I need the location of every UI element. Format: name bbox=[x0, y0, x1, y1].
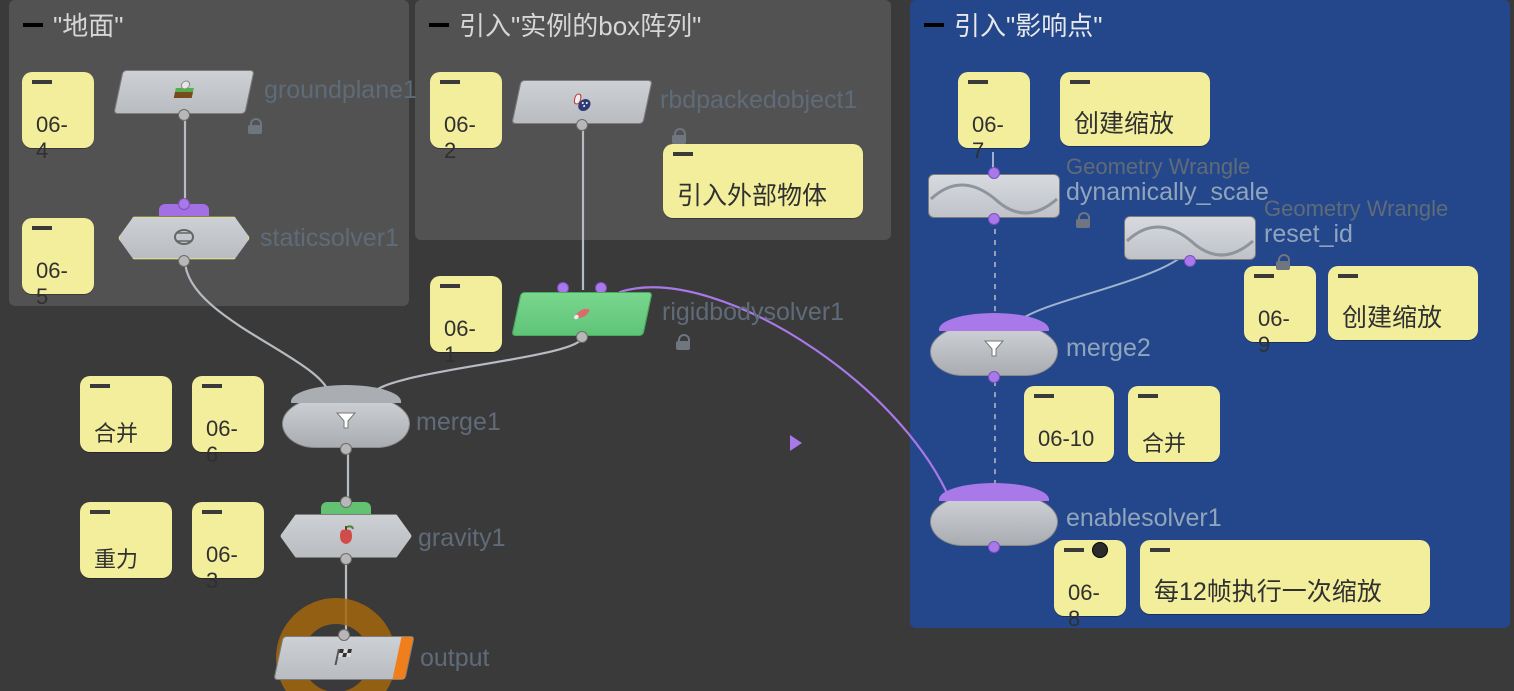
label-gravity1: gravity1 bbox=[418, 524, 506, 553]
node-rigidbodysolver1[interactable] bbox=[516, 292, 648, 336]
node-gravity1[interactable] bbox=[280, 514, 412, 558]
label-merge2: merge2 bbox=[1066, 334, 1151, 363]
sticky-06-3[interactable]: 06-3 bbox=[192, 502, 264, 578]
lock-icon bbox=[676, 334, 690, 350]
label-output: output bbox=[420, 644, 490, 673]
label-dynamically-scale: dynamically_scale bbox=[1066, 178, 1269, 207]
sticky-external-body[interactable]: 引入外部物体 bbox=[663, 144, 863, 218]
lock-icon bbox=[672, 128, 686, 144]
label-rigidbodysolver1: rigidbodysolver1 bbox=[662, 298, 844, 327]
sticky-create-scale[interactable]: 创建缩放 bbox=[1060, 72, 1210, 146]
label-staticsolver1: staticsolver1 bbox=[260, 224, 399, 253]
wrangle-wave-icon bbox=[929, 175, 1059, 217]
lock-icon bbox=[1076, 212, 1090, 228]
sticky-gravity[interactable]: 重力 bbox=[80, 502, 172, 578]
lock-icon bbox=[1276, 254, 1290, 270]
sticky-create-scale-2[interactable]: 创建缩放 bbox=[1328, 266, 1478, 340]
netbox-influence-title: 引入"影响点" bbox=[954, 6, 1102, 43]
sticky-06-5[interactable]: 06-5 bbox=[22, 218, 94, 294]
node-merge1[interactable] bbox=[282, 394, 410, 448]
meat-icon bbox=[569, 302, 596, 324]
node-merge2[interactable] bbox=[930, 322, 1058, 376]
sticky-06-7[interactable]: 06-7 bbox=[958, 72, 1030, 148]
funnel-icon bbox=[334, 409, 358, 433]
netbox-ground-title: "地面" bbox=[53, 6, 123, 43]
sticky-06-9[interactable]: 06-9 bbox=[1244, 266, 1316, 342]
sticky-every12[interactable]: 每12帧执行一次缩放 bbox=[1140, 540, 1430, 614]
sticky-06-1[interactable]: 06-1 bbox=[430, 276, 502, 352]
label-enablesolver1: enablesolver1 bbox=[1066, 504, 1222, 533]
sticky-06-6[interactable]: 06-6 bbox=[192, 376, 264, 452]
sticky-06-4[interactable]: 06-4 bbox=[22, 72, 94, 148]
sticky-merge2[interactable]: 合并 bbox=[1128, 386, 1220, 462]
flag-icon bbox=[331, 646, 358, 668]
netbox-instance-title: 引入"实例的box阵列" bbox=[459, 6, 701, 43]
sticky-06-2[interactable]: 06-2 bbox=[430, 72, 502, 148]
hint-dynamically-scale: Geometry Wrangle bbox=[1066, 154, 1250, 180]
apple-icon bbox=[335, 524, 357, 546]
hint-reset-id: Geometry Wrangle bbox=[1264, 196, 1448, 222]
node-groundplane1[interactable] bbox=[118, 70, 250, 114]
bowling-icon bbox=[569, 90, 596, 112]
node-rbdpackedobject1[interactable] bbox=[516, 80, 648, 124]
ground-icon bbox=[171, 80, 198, 102]
funnel-icon bbox=[982, 337, 1006, 361]
wrangle-wave-icon bbox=[1125, 217, 1255, 259]
label-merge1: merge1 bbox=[416, 408, 501, 437]
label-groundplane1: groundplane1 bbox=[264, 76, 417, 105]
sticky-merge[interactable]: 合并 bbox=[80, 376, 172, 452]
barrel-icon bbox=[173, 226, 195, 248]
sticky-06-10[interactable]: 06-10 bbox=[1024, 386, 1114, 462]
sticky-06-8[interactable]: 06-8 bbox=[1054, 540, 1126, 616]
node-output[interactable] bbox=[278, 636, 410, 680]
node-reset-id[interactable] bbox=[1124, 216, 1256, 260]
label-rbdpackedobject1: rbdpackedobject1 bbox=[660, 86, 857, 115]
node-dynamically-scale[interactable] bbox=[928, 174, 1060, 218]
node-enablesolver1[interactable] bbox=[930, 492, 1058, 546]
label-reset-id: reset_id bbox=[1264, 220, 1353, 249]
lock-icon bbox=[248, 118, 262, 134]
node-staticsolver1[interactable] bbox=[118, 216, 250, 260]
